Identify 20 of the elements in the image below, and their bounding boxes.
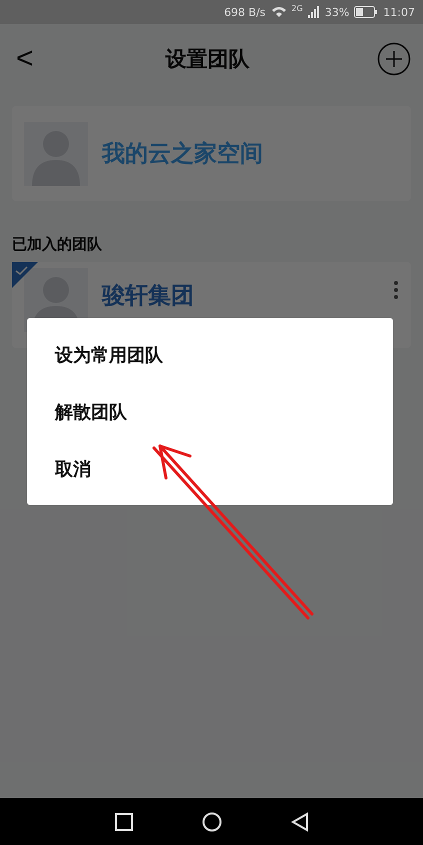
wifi-icon <box>270 6 287 18</box>
add-icon[interactable] <box>377 42 411 76</box>
team-name: 骏轩集团 <box>102 282 195 311</box>
battery-icon <box>354 6 378 18</box>
avatar-icon <box>24 122 88 186</box>
menu-item[interactable]: 取消 <box>27 440 393 497</box>
menu-item[interactable]: 解散团队 <box>27 383 393 440</box>
recent-apps-icon[interactable] <box>114 812 132 830</box>
network-type: 2G <box>292 4 303 13</box>
space-name: 我的云之家空间 <box>102 140 263 169</box>
back-icon[interactable] <box>290 812 308 832</box>
clock: 11:07 <box>383 6 415 18</box>
signal-icon <box>308 6 320 18</box>
page-title: 设置团队 <box>165 46 250 73</box>
home-icon[interactable] <box>202 812 222 832</box>
section-label: 已加入的团队 <box>12 235 103 254</box>
more-icon[interactable] <box>393 280 399 300</box>
network-speed: 698 B/s <box>224 6 266 18</box>
battery-percent: 33% <box>324 6 350 18</box>
back-button[interactable]: < <box>12 42 38 76</box>
